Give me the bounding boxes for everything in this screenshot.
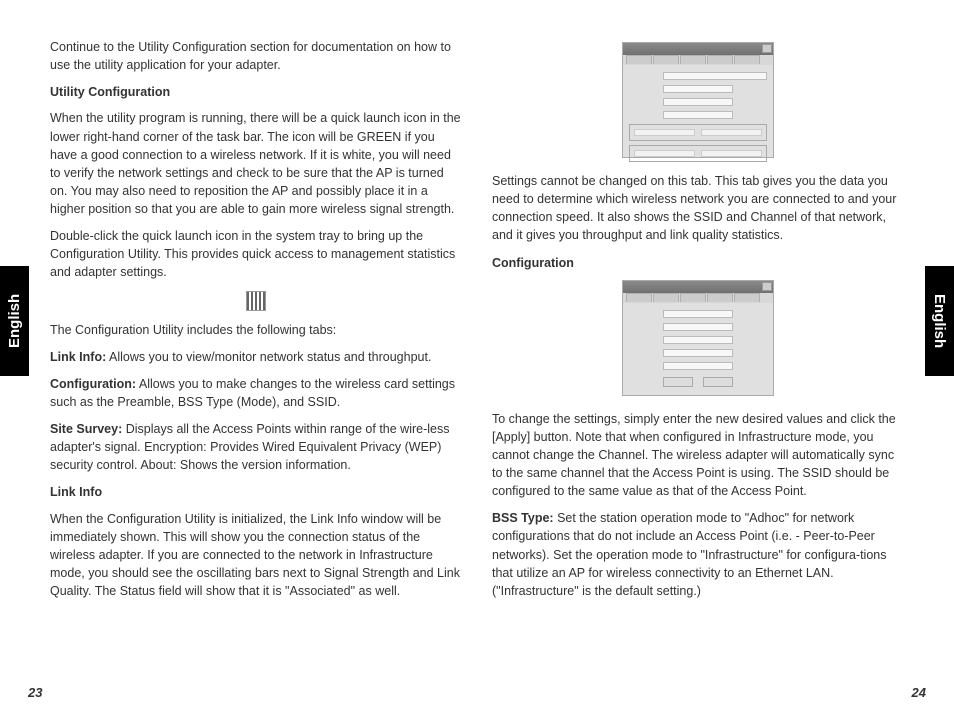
link-info-desc: Allows you to view/monitor network statu… [106,350,431,364]
configuration-label: Configuration: [50,377,136,391]
left-column: Continue to the Utility Configuration se… [50,38,462,609]
heading-utility-config: Utility Configuration [50,83,462,101]
link-info-dialog-figure [622,42,774,158]
page-number-left: 23 [28,685,42,700]
link-info-label: Link Info: [50,350,106,364]
change-settings-paragraph: To change the settings, simply enter the… [492,410,904,501]
dialog-buttons [629,377,767,387]
heading-link-info: Link Info [50,483,462,501]
tray-bars-icon [246,291,266,311]
cancel-button [703,377,733,387]
dialog-titlebar [623,43,773,55]
settings-paragraph: Settings cannot be changed on this tab. … [492,172,904,245]
page-number-right: 24 [912,685,926,700]
page-spread: Continue to the Utility Configuration se… [0,0,954,629]
utility-paragraph-1: When the utility program is running, the… [50,109,462,218]
tabs-intro-paragraph: The Configuration Utility includes the f… [50,321,462,339]
bss-type-paragraph: BSS Type: Set the station operation mode… [492,509,904,600]
language-tab-left: English [0,266,29,376]
close-icon [762,44,772,53]
configuration-dialog-figure [622,280,774,396]
link-info-body: When the Configuration Utility is initia… [50,510,462,601]
language-tab-right: English [925,266,954,376]
right-column: Settings cannot be changed on this tab. … [492,38,904,609]
dialog-tabs [623,55,773,65]
site-survey-item: Site Survey: Displays all the Access Poi… [50,420,462,474]
bss-type-label: BSS Type: [492,511,554,525]
apply-button [663,377,693,387]
link-info-item: Link Info: Allows you to view/monitor ne… [50,348,462,366]
utility-paragraph-2: Double-click the quick launch icon in th… [50,227,462,281]
site-survey-label: Site Survey: [50,422,122,436]
heading-configuration: Configuration [492,254,904,272]
intro-paragraph: Continue to the Utility Configuration se… [50,38,462,74]
configuration-item: Configuration: Allows you to make change… [50,375,462,411]
dialog-tabs [623,293,773,303]
dialog-titlebar [623,281,773,293]
close-icon [762,282,772,291]
